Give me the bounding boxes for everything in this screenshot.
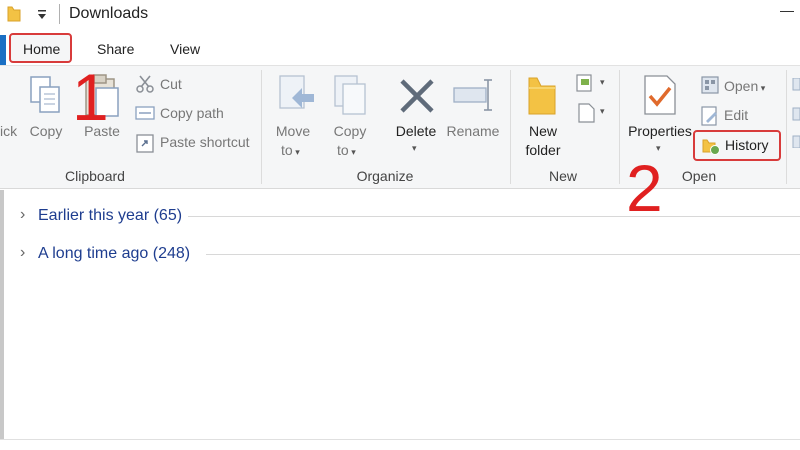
new-folder-button-line2[interactable]: folder — [522, 141, 564, 160]
history-icon[interactable] — [702, 137, 720, 155]
copy-path-button[interactable]: Copy path — [160, 105, 224, 121]
move-to-label[interactable]: Move — [272, 122, 314, 141]
folder-icon — [7, 6, 21, 22]
open-group-label: Open — [681, 168, 717, 184]
copy-path-icon[interactable] — [135, 106, 155, 120]
group-separator — [786, 70, 787, 184]
properties-icon[interactable] — [643, 74, 677, 116]
delete-icon[interactable] — [398, 77, 436, 115]
delete-button[interactable]: Delete — [392, 122, 440, 141]
cut-button[interactable]: Cut — [160, 76, 182, 92]
tab-home[interactable]: Home — [9, 33, 72, 63]
move-to-icon[interactable] — [278, 74, 318, 118]
delete-dropdown-icon[interactable]: ▾ — [412, 143, 417, 154]
copy-to-label-2[interactable]: to ▾ — [337, 141, 356, 162]
clipboard-group-label: Clipboard — [65, 168, 125, 184]
expand-chevron-icon[interactable]: › — [20, 244, 25, 262]
pin-to-quick-access-label[interactable]: ick — [0, 122, 17, 141]
copy-icon[interactable] — [30, 76, 62, 116]
quick-access-dropdown-icon[interactable] — [36, 9, 48, 21]
group-header-long-time-ago[interactable]: A long time ago (248) — [38, 245, 190, 263]
copy-to-icon[interactable] — [333, 74, 371, 118]
edit-icon[interactable] — [701, 106, 719, 126]
group-separator — [261, 70, 262, 184]
easy-access-icon[interactable] — [578, 103, 596, 123]
new-folder-button[interactable]: New — [522, 122, 564, 141]
open-button[interactable]: Open ▾ — [724, 78, 765, 94]
new-group-label: New — [548, 168, 577, 184]
file-tab[interactable] — [0, 35, 6, 65]
title-separator — [59, 4, 60, 24]
organize-group-label: Organize — [356, 168, 414, 184]
group-separator — [619, 70, 620, 184]
new-item-icon[interactable] — [576, 74, 598, 94]
minimize-icon[interactable] — [780, 11, 794, 12]
group-divider — [188, 216, 800, 217]
tab-share[interactable]: Share — [97, 41, 134, 57]
rename-button[interactable]: Rename — [446, 122, 500, 141]
new-item-dropdown-icon[interactable]: ▾ — [600, 77, 605, 88]
copy-button[interactable]: Copy — [27, 122, 65, 141]
easy-access-dropdown-icon[interactable]: ▾ — [600, 106, 605, 117]
new-folder-icon[interactable] — [527, 74, 559, 118]
paste-shortcut-icon[interactable] — [136, 133, 154, 153]
tab-view[interactable]: View — [170, 41, 200, 57]
group-separator — [510, 70, 511, 184]
group-divider — [206, 254, 800, 255]
step-1-annotation: 1 — [72, 60, 109, 134]
tab-home-label: Home — [23, 41, 61, 57]
select-group-icons[interactable] — [792, 78, 800, 148]
group-header-earlier-this-year[interactable]: Earlier this year (65) — [38, 207, 182, 225]
window-title: Downloads — [69, 5, 149, 22]
move-to-label-2[interactable]: to ▾ — [281, 141, 300, 162]
step-2-annotation: 2 — [626, 151, 663, 225]
navigation-pane-edge — [0, 190, 4, 440]
open-icon[interactable] — [701, 76, 719, 94]
properties-button[interactable]: Properties — [626, 122, 694, 141]
rename-icon[interactable] — [452, 78, 496, 114]
paste-shortcut-button[interactable]: Paste shortcut — [160, 134, 250, 150]
scissors-icon[interactable] — [136, 75, 154, 93]
history-button[interactable]: History — [725, 137, 769, 153]
edit-button[interactable]: Edit — [724, 107, 748, 123]
status-bar-divider — [0, 439, 800, 440]
copy-to-label[interactable]: Copy — [330, 122, 370, 141]
expand-chevron-icon[interactable]: › — [20, 206, 25, 224]
